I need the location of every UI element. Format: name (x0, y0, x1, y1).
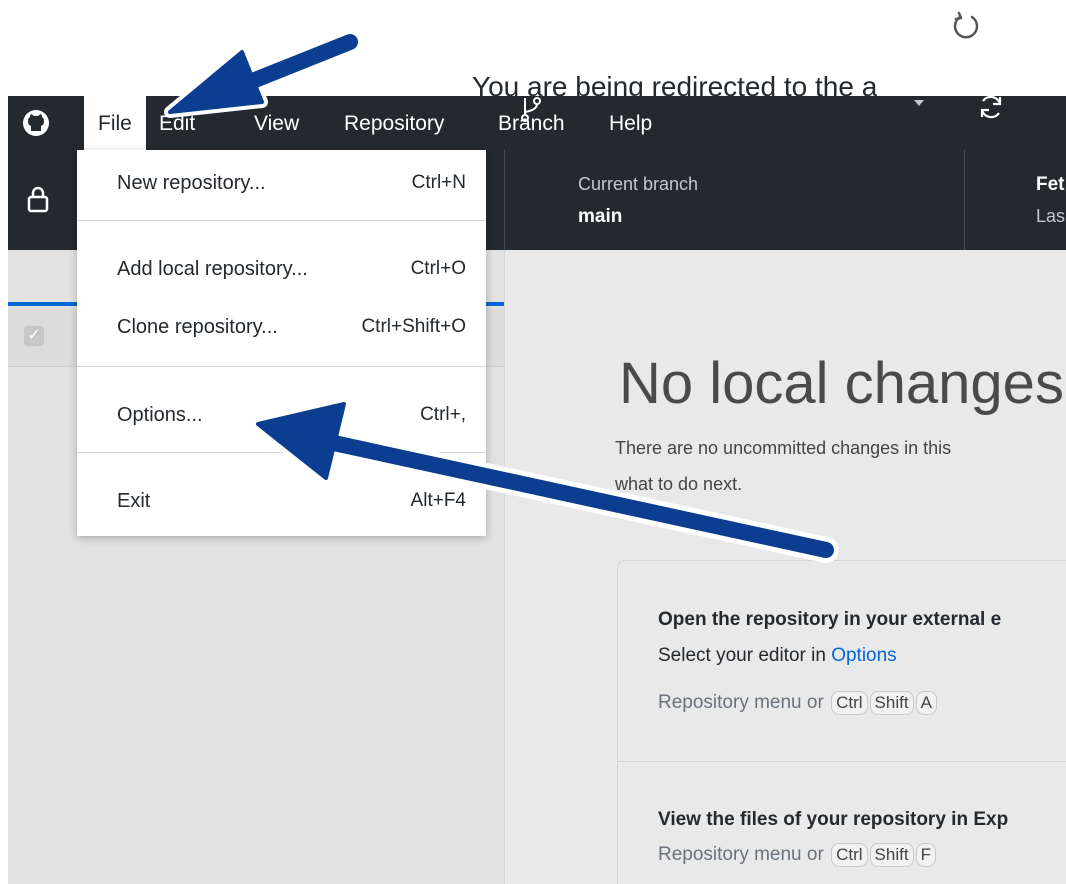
menu-separator (77, 452, 486, 453)
fetch-sync-icon (980, 95, 1002, 119)
view-files-shortcut: Repository menu or Ctrl Shift F (658, 843, 936, 867)
shortcut-hint: Repository menu or (658, 692, 824, 713)
menu-separator (77, 366, 486, 367)
menu-new-repository[interactable]: New repository... Ctrl+N (77, 160, 486, 210)
current-branch-value[interactable]: main (578, 206, 622, 228)
file-menu-dropdown: New repository... Ctrl+N Add local repos… (77, 150, 486, 536)
menu-item-label: New repository... (117, 172, 266, 194)
open-editor-prefix: Select your editor in (658, 645, 832, 666)
menu-add-local-repository[interactable]: Add local repository... Ctrl+O (77, 246, 486, 296)
current-branch-label: Current branch (578, 174, 699, 194)
key-shift: Shift (869, 843, 914, 867)
menu-exit[interactable]: Exit Alt+F4 (77, 478, 486, 528)
open-editor-text: Select your editor in Options (658, 645, 897, 667)
shortcut-hint: Repository menu or (658, 844, 824, 865)
main-panel: No local changes There are no uncommitte… (505, 250, 1066, 884)
key-ctrl: Ctrl (831, 691, 868, 715)
suggestions-card: Open the repository in your external e S… (617, 560, 1066, 884)
menu-edit[interactable]: Edit (145, 96, 209, 150)
fetch-label[interactable]: Fet (1036, 174, 1065, 196)
lock-icon (27, 186, 49, 213)
menu-item-shortcut: Ctrl+N (411, 172, 466, 193)
branch-icon (521, 97, 541, 122)
menu-view[interactable]: View (240, 96, 313, 150)
select-all-checkbox[interactable]: ✓ (24, 326, 44, 346)
key-shift: Shift (869, 691, 914, 715)
menu-repository[interactable]: Repository (330, 96, 458, 150)
github-logo-icon (23, 110, 49, 136)
page-title: No local changes (619, 351, 1064, 416)
view-files-title: View the files of your repository in Exp (658, 809, 1009, 830)
menu-help[interactable]: Help (595, 96, 666, 150)
loading-spinner-icon (953, 11, 979, 39)
open-editor-shortcut: Repository menu or Ctrl Shift A (658, 691, 937, 715)
description-line-1: There are no uncommitted changes in this (615, 438, 952, 458)
menu-item-label: Clone repository... (117, 316, 278, 338)
menu-item-shortcut: Ctrl+O (410, 258, 466, 279)
page-description: There are no uncommitted changes in this… (615, 430, 1066, 502)
key-ctrl: Ctrl (831, 843, 868, 867)
branch-dropdown-caret-icon[interactable] (912, 98, 926, 108)
description-line-2: what to do next. (615, 474, 743, 494)
options-link[interactable]: Options (831, 645, 896, 666)
fetch-sub-label: Las (1036, 206, 1066, 226)
card-divider (618, 761, 1066, 762)
menu-item-shortcut: Alt+F4 (410, 490, 466, 511)
toolbar-separator (964, 150, 965, 250)
menu-separator (77, 220, 486, 221)
menu-options[interactable]: Options... Ctrl+, (77, 392, 486, 442)
open-editor-title: Open the repository in your external e (658, 609, 1002, 630)
menu-item-label: Add local repository... (117, 258, 308, 280)
key-f: F (915, 843, 936, 867)
menu-clone-repository[interactable]: Clone repository... Ctrl+Shift+O (77, 304, 486, 354)
menu-item-label: Exit (117, 490, 151, 512)
menu-file[interactable]: File (84, 96, 146, 150)
menu-item-shortcut: Ctrl+, (420, 404, 466, 425)
key-a: A (915, 691, 937, 715)
redirect-message: You are being redirected to the a (472, 71, 878, 96)
menu-item-shortcut: Ctrl+Shift+O (361, 316, 466, 337)
toolbar-separator (504, 150, 505, 250)
menu-item-label: Options... (117, 404, 203, 426)
